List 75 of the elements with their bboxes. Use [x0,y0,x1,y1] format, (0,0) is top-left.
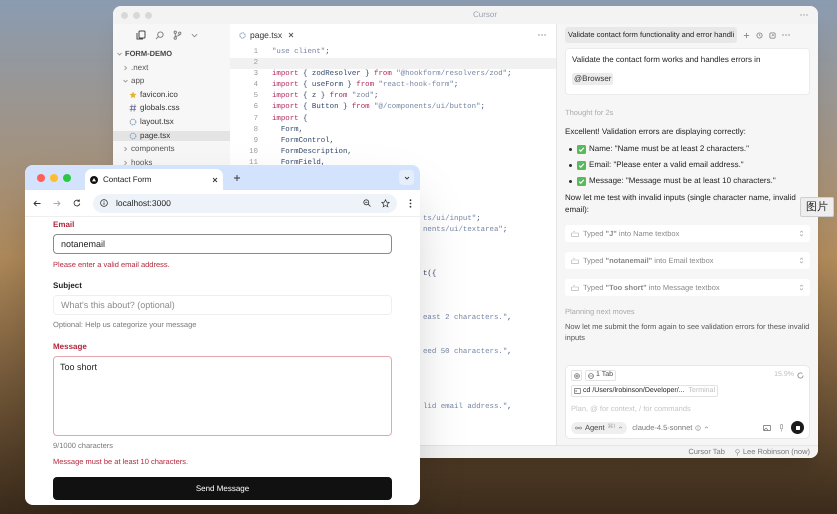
terminal-icon [574,388,581,394]
file-tree-item[interactable]: .next [113,62,230,73]
image-icon[interactable] [763,424,771,430]
forward-icon[interactable] [53,200,61,206]
star-icon[interactable] [381,198,390,208]
triangle-logo-icon [90,176,98,184]
window-close-button[interactable] [37,174,45,182]
progress-ring-icon [797,372,804,379]
chevron-down-icon[interactable] [191,32,198,38]
expand-icon [799,230,804,238]
check-icon [577,144,586,154]
lightbulb-icon [734,448,740,456]
file-tree-item[interactable]: globals.css [113,103,230,114]
add-context-button[interactable] [571,370,582,381]
window-title: Cursor [473,9,498,21]
file-tree-item[interactable]: favicon.ico [113,90,230,100]
close-icon[interactable] [212,176,218,182]
check-icon [577,160,586,170]
expand-icon [799,284,804,292]
field-label: Subject [53,280,83,292]
browser-tab[interactable]: Contact Form [85,169,223,190]
back-icon[interactable] [33,200,41,206]
tooltip: 图片 [800,197,834,217]
search-icon[interactable] [155,30,164,40]
info-icon[interactable] [100,199,108,207]
caret-up-icon [704,426,710,429]
field-label: Message [53,340,88,352]
star-icon [129,90,137,99]
message-text: Validate the contact form works and handles errors in [572,54,762,65]
mention-chip[interactable]: @Browser [572,73,614,85]
bullet-icon [569,148,572,151]
stop-icon [796,426,800,430]
expand-icon [799,257,804,264]
file-tree-item[interactable]: page.tsx [113,130,230,141]
chevron-right-icon [123,64,128,71]
check-icon [577,176,586,186]
stop-button[interactable] [791,421,804,434]
chevron-down-icon [116,52,122,56]
file-tree-item[interactable]: app [113,76,230,86]
list-item-text: Email: "Please enter a valid email address." [589,159,744,172]
plus-icon[interactable] [233,174,241,182]
files-icon[interactable] [136,30,146,40]
file-tree-item[interactable]: components [113,144,230,154]
assistant-text: Excellent! Validation errors are displaying correctly: [565,126,747,138]
field-label: Email [53,219,76,231]
tab-list-button[interactable] [399,170,414,185]
message-textarea[interactable]: Too short [53,356,392,436]
source-control-icon[interactable] [173,30,182,40]
chevron-down-icon [404,176,410,180]
microphone-icon[interactable] [779,424,784,432]
send-message-button[interactable]: Send Message [53,477,392,500]
caret-up-icon [618,426,624,429]
chevron-down-icon [122,78,128,84]
bullet-icon [569,180,572,183]
close-icon[interactable] [288,32,294,38]
hash-icon [129,104,137,112]
chevron-right-icon [123,146,128,152]
bullet-icon [569,164,572,167]
text-input-field[interactable]: notanemail [53,234,392,254]
file-tree-item[interactable]: hooks [113,158,230,168]
gear-icon [239,32,246,38]
editor-tab[interactable]: page.tsx [230,28,294,42]
file-tree-item[interactable]: layout.tsx [113,116,230,127]
menu-icon[interactable] [409,198,412,208]
reload-icon[interactable] [73,199,81,207]
chevron-right-icon [123,160,128,166]
zoom-icon[interactable] [363,199,371,207]
share-icon[interactable] [769,32,776,38]
list-item-text: Message: "Message must be at least 10 characters." [589,175,776,188]
list-item-text: Name: "Name must be at least 2 characters." [589,143,749,156]
history-icon[interactable] [756,32,764,38]
text-input-field[interactable]: What's this about? (optional) [53,295,392,316]
assistant-text: Now let me test with invalid inputs (single character name, invalid email): [565,192,797,216]
address-bar[interactable]: localhost:3000 [93,194,397,212]
infinity-icon [575,426,582,430]
